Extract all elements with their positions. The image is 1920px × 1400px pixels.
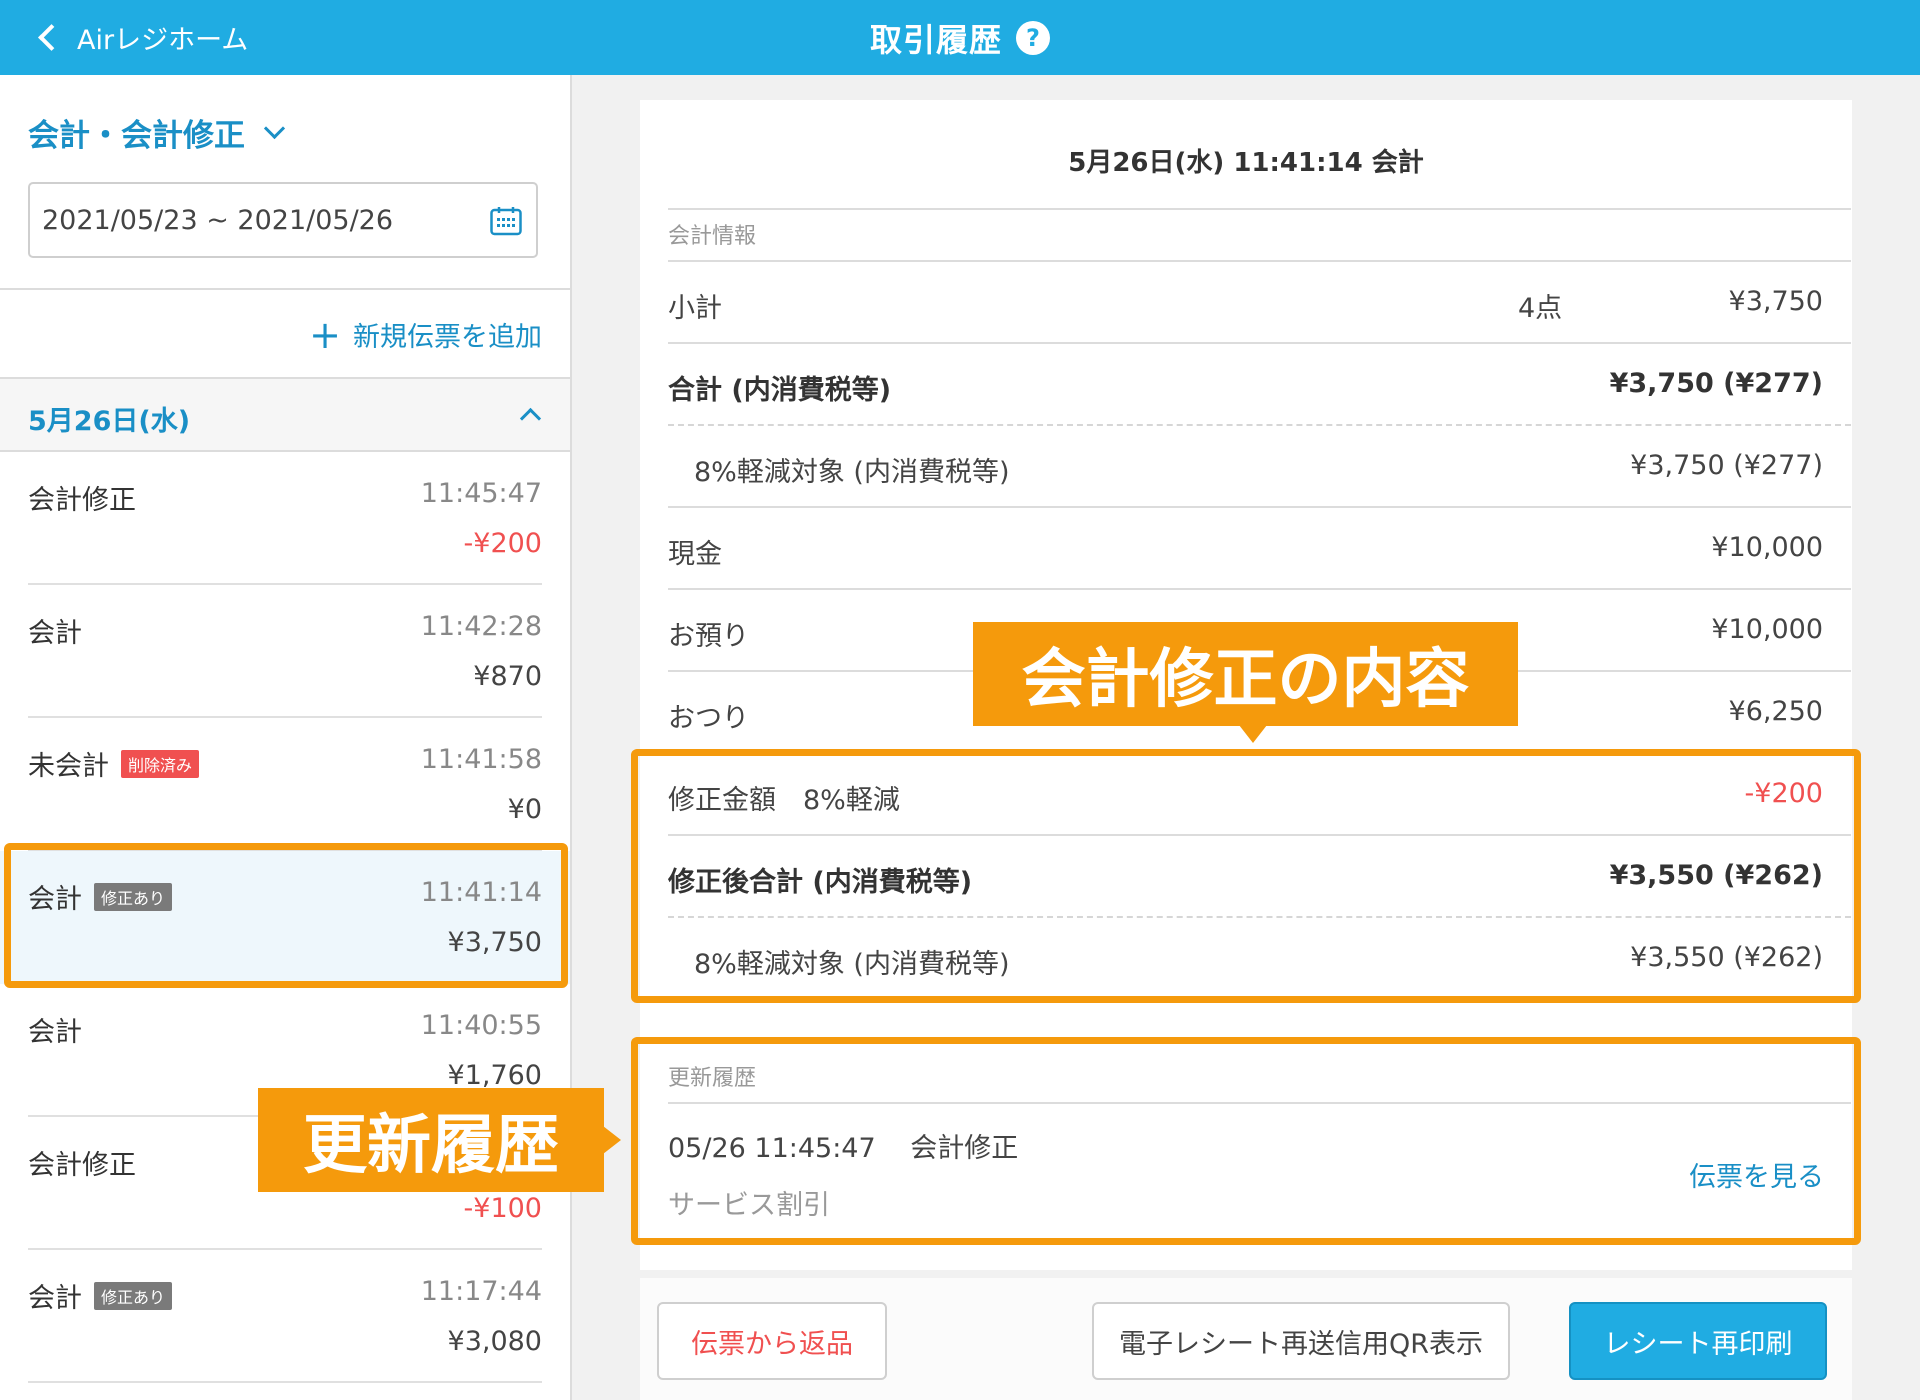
help-icon[interactable]: ?: [1016, 20, 1050, 55]
transaction-amount: -¥200: [463, 528, 542, 559]
transaction-type: 会計: [28, 1283, 82, 1314]
cash-row: 現金 ¥10,000: [668, 508, 1851, 588]
detail-title: 5月26日(水) 11:41:14 会計: [1068, 148, 1424, 178]
transaction-amount: -¥100: [463, 1193, 542, 1224]
row-label: お預り: [668, 621, 749, 652]
section-label: 会計情報: [668, 224, 757, 249]
transaction-time: 11:45:47: [420, 478, 542, 509]
transaction-type: 会計修正: [28, 485, 136, 516]
row-value: ¥10,000: [1711, 532, 1823, 563]
date-range-field[interactable]: 2021/05/23 ~ 2021/05/26: [28, 182, 538, 258]
transaction-row[interactable]: 未会計 削除済み 11:41:58 ¥0: [0, 718, 570, 851]
transaction-amount: ¥870: [473, 661, 542, 692]
date-group-header[interactable]: 5月26日(水): [0, 377, 570, 452]
row-label: 現金: [668, 539, 722, 570]
reprint-button[interactable]: レシート再印刷: [1569, 1302, 1827, 1380]
add-slip-button[interactable]: + 新規伝票を追加: [309, 315, 542, 354]
chevron-down-icon: [263, 117, 286, 140]
row-label: 合計 (内消費税等): [668, 375, 892, 406]
chevron-up-icon: [519, 407, 542, 430]
transaction-type: 会計: [28, 618, 82, 649]
plus-icon: +: [309, 312, 341, 357]
page-title: 取引履歴: [869, 20, 1002, 59]
divider: [668, 208, 1851, 210]
row-value: ¥3,750 (¥277): [1609, 368, 1823, 399]
modified-badge: 修正あり: [94, 1281, 173, 1310]
transaction-type: 会計修正: [28, 1150, 136, 1181]
history-callout: 更新履歴: [258, 1088, 621, 1192]
reduced-tax-row: 8%軽減対象 (内消費税等) ¥3,750 (¥277): [668, 426, 1851, 506]
filter-dropdown[interactable]: 会計・会計修正: [28, 110, 286, 155]
top-bar: Airレジホーム 取引履歴 ?: [0, 0, 1920, 75]
transaction-amount: ¥0: [507, 794, 542, 825]
row-label: 小計: [668, 293, 722, 324]
row-label: 8%軽減対象 (内消費税等): [694, 457, 1010, 488]
transaction-time: 11:42:28: [420, 611, 542, 642]
row-value: ¥3,750 (¥277): [1630, 450, 1823, 481]
transaction-type: 会計: [28, 1017, 82, 1048]
date-range-text: 2021/05/23 ~ 2021/05/26: [42, 204, 394, 236]
filter-label: 会計・会計修正: [28, 118, 245, 154]
row-value: ¥6,250: [1728, 696, 1823, 727]
transaction-time: 11:41:58: [420, 744, 542, 775]
selected-row-highlight: [4, 843, 568, 988]
history-highlight: [631, 1037, 1861, 1245]
calendar-icon: [490, 207, 522, 236]
subtotal-row: 小計 4点 ¥3,750: [668, 262, 1851, 342]
correction-callout: 会計修正の内容: [973, 622, 1518, 743]
transaction-type: 未会計: [28, 751, 109, 782]
divider: [0, 288, 570, 290]
page-title-wrap: 取引履歴 ?: [0, 0, 1920, 75]
transaction-time: 11:17:44: [420, 1276, 542, 1307]
transaction-amount: ¥3,080: [447, 1326, 542, 1357]
transaction-row[interactable]: 会計 11:42:28 ¥870: [0, 585, 570, 718]
date-group-label: 5月26日(水): [28, 406, 191, 437]
transaction-time: 11:40:55: [420, 1010, 542, 1041]
transaction-amount: ¥1,760: [447, 1060, 542, 1091]
correction-highlight: [631, 749, 1861, 1003]
row-value: ¥10,000: [1711, 614, 1823, 645]
item-count: 4点: [1518, 293, 1563, 324]
total-row: 合計 (内消費税等) ¥3,750 (¥277): [668, 344, 1851, 424]
deleted-badge: 削除済み: [121, 749, 200, 778]
transaction-row[interactable]: 会計修正 11:45:47 -¥200: [0, 452, 570, 585]
row-label: おつり: [668, 703, 749, 734]
transaction-sidebar: 会計・会計修正 2021/05/23 ~ 2021/05/26 + 新規伝票を追…: [0, 75, 572, 1400]
return-button[interactable]: 伝票から返品: [657, 1302, 887, 1380]
transaction-row[interactable]: 会計 修正あり 11:17:44 ¥3,080: [0, 1250, 570, 1383]
qr-receipt-button[interactable]: 電子レシート再送信用QR表示: [1092, 1302, 1510, 1380]
add-slip-label: 新規伝票を追加: [353, 322, 542, 353]
row-value: ¥3,750: [1728, 286, 1823, 317]
